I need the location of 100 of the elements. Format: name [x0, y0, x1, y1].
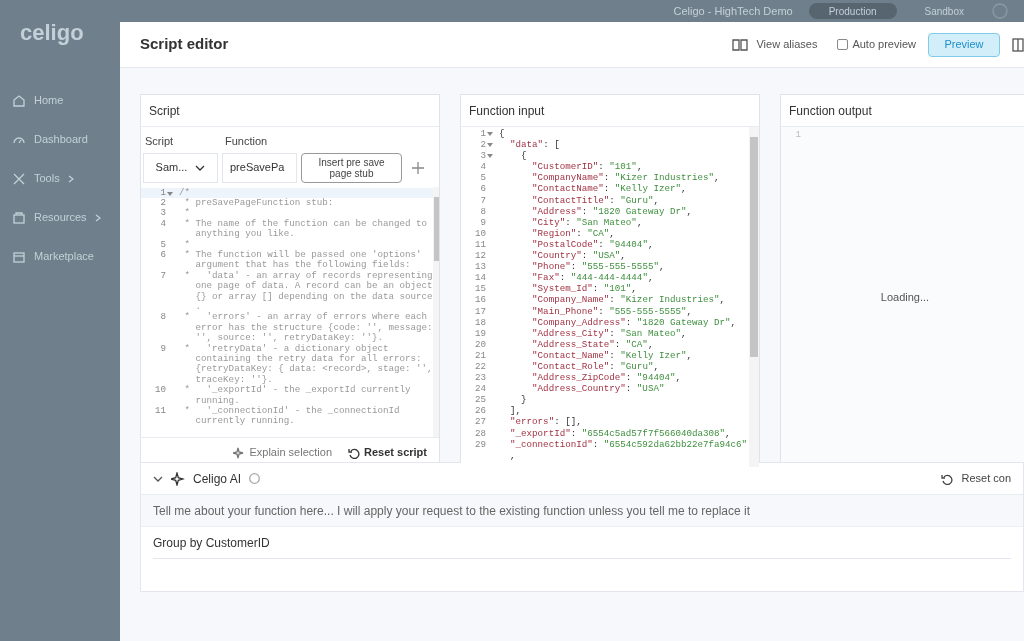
script-dropdown[interactable]: Sam... — [143, 152, 218, 183]
insert-stub-button[interactable]: Insert pre save page stub — [301, 152, 402, 183]
code-line: "Phone": "555-555-5555", — [531, 261, 666, 273]
explain-selection-button[interactable]: Explain selection — [233, 444, 332, 461]
code-line: "CustomerID": "101", — [531, 161, 644, 173]
preview-button[interactable]: Preview — [928, 32, 1000, 57]
code-line: * '_connectionId' - the _connectionId currently running. — [183, 406, 401, 427]
code-line: "Contact_Name": "Kelly Izer", — [531, 349, 693, 361]
line-number: 3 — [160, 208, 166, 219]
code-line: "Address_City": "San Mateo", — [531, 327, 688, 339]
code-line: * — [183, 239, 192, 250]
code-line: "errors": [], — [509, 416, 583, 428]
line-number: 1 — [480, 128, 486, 140]
code-line: "Address": "1820 Gateway Dr", — [531, 205, 693, 217]
line-number: 8 — [160, 312, 166, 325]
code-line: * preSavePageFunction stub: — [183, 197, 335, 208]
line-number: 20 — [474, 338, 486, 350]
code-line: * 'errors' - an array of errors where each error has the structure {code: '', message: '', source: '', retryDataKey: ''}. — [183, 312, 433, 344]
fold-arrow-icon — [167, 191, 173, 196]
line-number: 1 — [160, 187, 166, 198]
account-name[interactable]: Celigo - HighTech Demo — [673, 2, 793, 20]
line-number: 5 — [160, 239, 166, 250]
code-line: "ContactName": "Kelly Izer", — [531, 183, 688, 195]
code-line: "Address_ZipCode": "94404", — [531, 372, 682, 384]
code-line: "Company_Name": "Kizer Industries", — [531, 294, 727, 306]
sparkle-icon — [233, 446, 246, 459]
scrollbar[interactable] — [749, 127, 759, 467]
line-number: 11 — [154, 406, 166, 419]
code-line: "ContactTitle": "Guru", — [531, 194, 660, 206]
auto-preview-checkbox[interactable]: Auto preview — [837, 36, 916, 53]
code-line: { — [499, 128, 506, 140]
line-number: 9 — [160, 343, 166, 356]
sidebar-item[interactable]: Tools — [0, 159, 120, 198]
code-line: * '_exportId' - the _exportId currently running. — [183, 385, 412, 406]
line-number: 12 — [474, 250, 486, 262]
code-line: "_exportId": "6554c5ad57f7f566040da308", — [509, 427, 732, 439]
app-logo: celigo — [19, 19, 85, 47]
add-icon[interactable] — [412, 161, 424, 174]
environment-toggle[interactable]: Sandbox — [912, 3, 976, 19]
line-number: 3 — [480, 150, 486, 162]
chevron-down-icon[interactable] — [153, 475, 163, 482]
line-number: 22 — [474, 360, 486, 373]
line-number: 4 — [480, 161, 486, 173]
line-number: 13 — [474, 261, 486, 273]
panel-title: Function input — [469, 102, 545, 120]
line-number: 7 — [160, 270, 166, 283]
code-line: "CompanyName": "Kizer Industries", — [531, 172, 721, 184]
code-line: ], — [509, 405, 523, 417]
code-line: "Country": "USA", — [531, 250, 627, 262]
ai-title: Celigo AI — [193, 470, 242, 488]
line-number: 15 — [474, 283, 486, 295]
code-line: "_connectionId": "6554c592da62bb22e7fa94c6" , — [509, 438, 749, 461]
code-line: "PostalCode": "94404", — [531, 238, 655, 251]
line-number: 29 — [474, 438, 486, 452]
code-line: "Company_Address": "1820 Gateway Dr", — [531, 316, 738, 328]
prompt-field[interactable]: Group by CustomerID — [153, 527, 1011, 559]
line-number: 27 — [474, 416, 486, 428]
sidebar-item[interactable]: Dashboard — [0, 120, 120, 159]
code-line: /* — [179, 187, 192, 198]
code-line: "City": "San Mateo", — [531, 216, 644, 228]
code-line: "data": [ — [509, 139, 561, 151]
fold-arrow-icon — [487, 132, 493, 136]
chevron-down-icon — [195, 164, 206, 171]
scrollbar[interactable] — [432, 186, 439, 437]
panel-title: Function output — [789, 102, 872, 120]
sparkle-icon — [171, 471, 185, 486]
tools-icon — [12, 171, 26, 186]
line-number: 10 — [154, 385, 166, 398]
undo-icon — [941, 472, 954, 485]
line-number: 19 — [474, 327, 486, 339]
line-number: 17 — [474, 305, 486, 317]
reset-script-button[interactable]: Reset script — [348, 444, 427, 461]
code-line: "Address_State": "CA", — [531, 338, 655, 350]
layout-icon[interactable] — [1012, 37, 1024, 52]
line-number: 14 — [474, 272, 486, 284]
environment-toggle[interactable]: Production — [808, 3, 897, 19]
code-line: * 'retryData' - a dictionary object containing the retry data for all errors: {retryDataKey: { data: <record>, stage: '', traceKey: ''}. — [183, 343, 433, 385]
code-line: "Region": "CA", — [531, 227, 616, 239]
line-number: 25 — [474, 394, 486, 406]
line-number: 6 — [160, 249, 166, 262]
view-aliases-button[interactable]: View aliases — [732, 36, 818, 53]
code-line: * — [183, 208, 192, 219]
line-number: 24 — [474, 383, 486, 395]
line-number: 6 — [480, 183, 486, 195]
code-line: "Main_Phone": "555-555-5555", — [531, 305, 693, 317]
reset-conversation-button[interactable]: Reset con — [941, 470, 1011, 487]
code-line: "Fax": "444-444-4444", — [531, 272, 655, 284]
code-line: "Address_Country": "USA" — [531, 383, 666, 395]
description-text: Tell me about your function here... I will apply your request to the existing function unless you tell me to replace it — [153, 502, 750, 520]
line-number: 5 — [480, 172, 486, 184]
undo-icon — [348, 446, 360, 459]
line-number: 2 — [160, 197, 166, 209]
code-line: * The function will be passed one 'options' argument that has the following fields: — [183, 249, 423, 271]
code-line: "System_Id": "101", — [531, 283, 638, 295]
dialog-title: Script editor — [140, 34, 229, 55]
sidebar-item[interactable]: Resources — [0, 198, 120, 237]
function-field[interactable]: preSavePa — [222, 152, 297, 183]
sidebar-item[interactable]: Home — [0, 81, 120, 120]
sidebar-item[interactable]: Marketplace — [0, 237, 120, 276]
line-number: 7 — [480, 194, 486, 206]
